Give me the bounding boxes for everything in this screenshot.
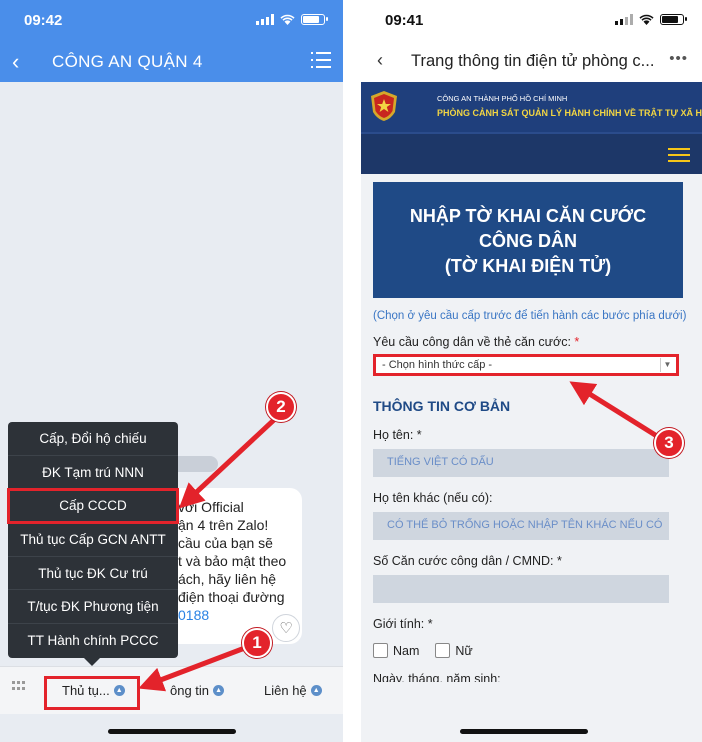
annotation-arrows xyxy=(138,381,662,692)
arrow-step-1 xyxy=(138,643,251,692)
arrow-step-2 xyxy=(178,416,278,509)
step-2-badge: 2 xyxy=(266,392,296,422)
step-3-badge: 3 xyxy=(654,428,684,458)
arrow-step-3 xyxy=(569,381,662,441)
step-1-badge: 1 xyxy=(242,628,272,658)
